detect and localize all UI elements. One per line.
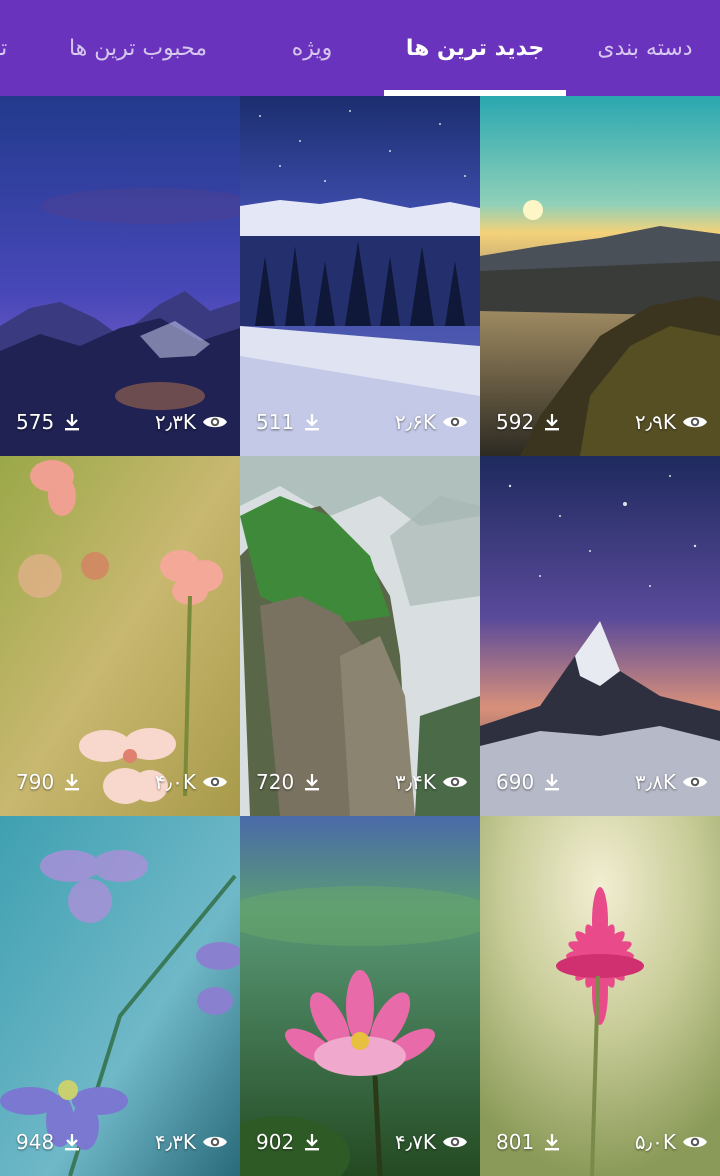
views-count: ۲٫۹K [635, 410, 708, 434]
eye-icon [203, 1136, 227, 1148]
wallpaper-tile[interactable]: 575 ۲٫۳K [0, 96, 240, 456]
downloads-value: 801 [496, 1130, 535, 1154]
views-value: ۳٫۸K [634, 770, 676, 794]
wallpaper-image [480, 816, 720, 1176]
downloads-count: 720 [256, 770, 322, 794]
eye-icon [203, 776, 227, 788]
eye-icon [443, 416, 467, 428]
wallpaper-image [480, 96, 720, 456]
eye-icon [443, 776, 467, 788]
wallpaper-stats: 801 ۵٫۰K [480, 1130, 720, 1158]
views-value: ۲٫۹K [634, 410, 676, 434]
download-icon [305, 774, 320, 791]
views-count: ۴٫۳K [155, 1130, 228, 1154]
wallpaper-tile[interactable]: 790 ۴٫۰K [0, 456, 240, 816]
downloads-value: 902 [256, 1130, 295, 1154]
tab-label: تـ [0, 35, 8, 61]
tab-label: محبوب ترین ها [68, 35, 208, 61]
download-icon [305, 1134, 320, 1151]
downloads-value: 511 [256, 410, 295, 434]
wallpaper-stats: 511 ۲٫۶K [240, 410, 480, 438]
tab-label: دسته بندی [597, 35, 693, 61]
wallpaper-tile[interactable]: 801 ۵٫۰K [480, 816, 720, 1176]
eye-icon [683, 776, 707, 788]
downloads-count: 948 [16, 1130, 82, 1154]
views-value: ۲٫۶K [394, 410, 436, 434]
wallpaper-tile[interactable]: 902 ۴٫۷K [240, 816, 480, 1176]
wallpaper-image [240, 816, 480, 1176]
downloads-value: 690 [496, 770, 535, 794]
downloads-count: 801 [496, 1130, 562, 1154]
wallpaper-image [240, 96, 480, 456]
wallpaper-tile[interactable]: 511 ۲٫۶K [240, 96, 480, 456]
eye-icon [683, 1136, 707, 1148]
wallpaper-grid: 575 ۲٫۳K 511 ۲٫۶K 592 ۲٫۹K 790 ۴٫۰K 720 … [0, 96, 720, 1176]
tab-featured[interactable]: ویژه [250, 0, 374, 96]
views-value: ۳٫۴K [394, 770, 436, 794]
downloads-count: 790 [16, 770, 82, 794]
download-icon [65, 774, 80, 791]
download-icon [65, 1134, 80, 1151]
tab-label: ویژه [291, 35, 333, 61]
wallpaper-tile[interactable]: 690 ۳٫۸K [480, 456, 720, 816]
downloads-value: 948 [16, 1130, 55, 1154]
tab-popular[interactable]: محبوب ترین ها [40, 0, 236, 96]
wallpaper-stats: 720 ۳٫۴K [240, 770, 480, 798]
wallpaper-stats: 592 ۲٫۹K [480, 410, 720, 438]
wallpaper-stats: 790 ۴٫۰K [0, 770, 240, 798]
wallpaper-image [240, 456, 480, 816]
download-icon [65, 414, 80, 431]
wallpaper-image [0, 816, 240, 1176]
eye-icon [203, 416, 227, 428]
download-icon [305, 414, 320, 431]
download-icon [545, 774, 560, 791]
wallpaper-image [480, 456, 720, 816]
wallpaper-tile[interactable]: 948 ۴٫۳K [0, 816, 240, 1176]
views-count: ۳٫۴K [395, 770, 468, 794]
views-count: ۲٫۶K [395, 410, 468, 434]
views-value: ۵٫۰K [634, 1130, 676, 1154]
wallpaper-stats: 948 ۴٫۳K [0, 1130, 240, 1158]
downloads-count: 592 [496, 410, 562, 434]
views-value: ۴٫۳K [154, 1130, 196, 1154]
downloads-count: 511 [256, 410, 322, 434]
views-value: ۴٫۷K [394, 1130, 436, 1154]
views-count: ۴٫۷K [395, 1130, 468, 1154]
wallpaper-tile[interactable]: 720 ۳٫۴K [240, 456, 480, 816]
downloads-value: 790 [16, 770, 55, 794]
views-count: ۲٫۳K [155, 410, 228, 434]
downloads-value: 575 [16, 410, 55, 434]
wallpaper-tile[interactable]: 592 ۲٫۹K [480, 96, 720, 456]
views-count: ۳٫۸K [635, 770, 708, 794]
wallpaper-stats: 902 ۴٫۷K [240, 1130, 480, 1158]
eye-icon [443, 1136, 467, 1148]
download-icon [545, 1134, 560, 1151]
views-value: ۴٫۰K [154, 770, 196, 794]
views-count: ۵٫۰K [635, 1130, 708, 1154]
views-value: ۲٫۳K [154, 410, 196, 434]
downloads-count: 575 [16, 410, 82, 434]
tab-newest[interactable]: جدید ترین ها [384, 0, 566, 96]
views-count: ۴٫۰K [155, 770, 228, 794]
downloads-count: 690 [496, 770, 562, 794]
eye-icon [683, 416, 707, 428]
wallpaper-image [0, 456, 240, 816]
wallpaper-stats: 690 ۳٫۸K [480, 770, 720, 798]
tab-overflow[interactable]: تـ [0, 0, 16, 96]
wallpaper-image [0, 96, 240, 456]
tab-label: جدید ترین ها [405, 35, 545, 61]
tab-categories[interactable]: دسته بندی [570, 0, 720, 96]
downloads-value: 592 [496, 410, 535, 434]
downloads-count: 902 [256, 1130, 322, 1154]
download-icon [545, 414, 560, 431]
wallpaper-stats: 575 ۲٫۳K [0, 410, 240, 438]
downloads-value: 720 [256, 770, 295, 794]
tab-bar: دسته بندی جدید ترین ها ویژه محبوب ترین ه… [0, 0, 720, 96]
